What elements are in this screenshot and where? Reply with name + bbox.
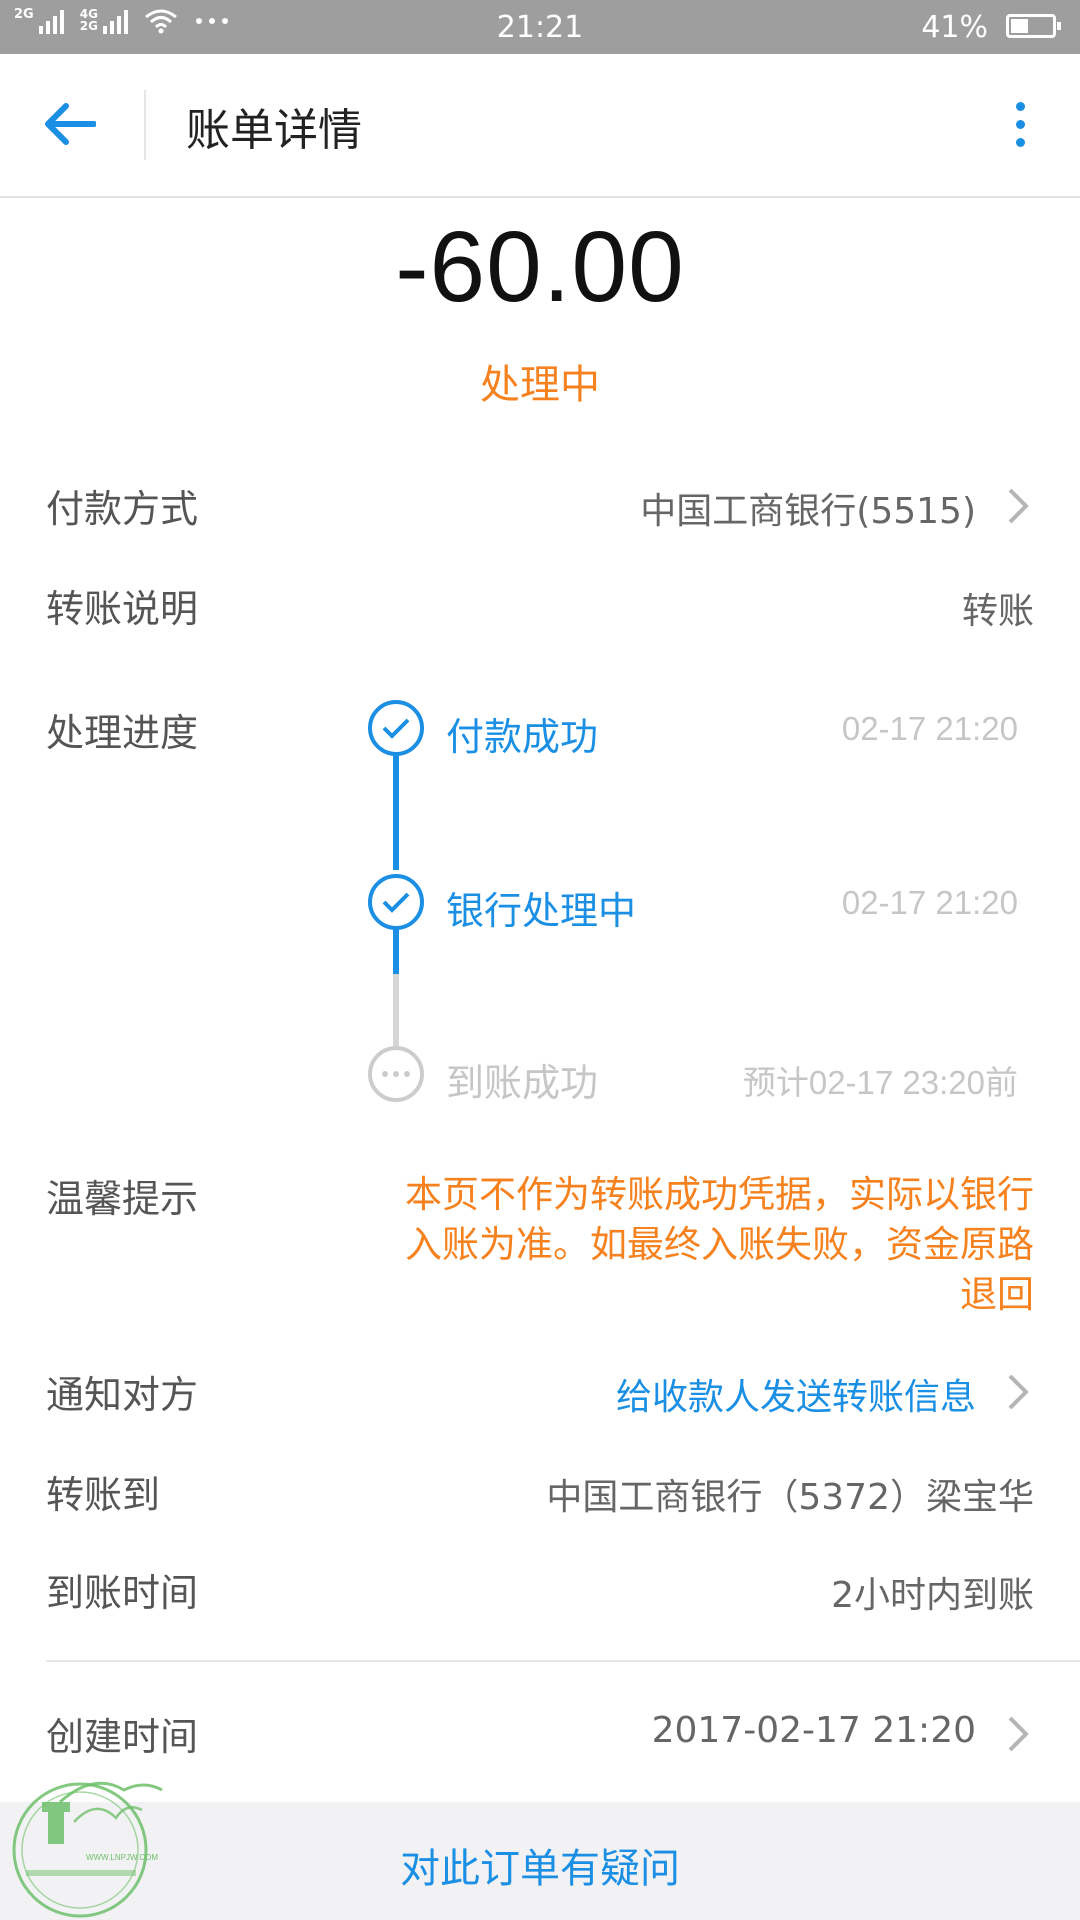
transfer-note-row: 转账说明 转账 <box>46 578 1034 638</box>
tip-line: 本页不作为转账成功凭据，实际以银行 <box>405 1173 1034 1216</box>
progress-timeline: 付款成功 02-17 21:20 银行处理中 02-17 21:20 到账成功 … <box>360 690 1040 1110</box>
timeline-line-done-1 <box>393 744 399 870</box>
header-divider <box>144 90 146 160</box>
battery-percent: 41% <box>921 10 988 45</box>
notify-row[interactable]: 通知对方 给收款人发送转账信息 <box>46 1364 1034 1424</box>
progress-label: 处理进度 <box>46 711 199 755</box>
arrival-time-value: 2小时内到账 <box>831 1575 1034 1616</box>
transfer-note-value: 转账 <box>961 591 1034 632</box>
check-circle-icon <box>368 874 424 930</box>
pending-dots-icon <box>368 1046 424 1102</box>
step-label: 付款成功 <box>446 715 599 759</box>
chevron-right-icon <box>1008 1716 1029 1752</box>
transfer-note-label: 转账说明 <box>46 587 199 631</box>
transfer-to-row: 转账到 中国工商银行（5372）梁宝华 <box>46 1464 1034 1524</box>
tip-label: 温馨提示 <box>46 1177 199 1221</box>
more-options-button[interactable] <box>1000 94 1040 154</box>
clock: 21:21 <box>496 10 584 45</box>
amount: -60.00 <box>395 211 685 323</box>
battery-icon <box>1006 14 1061 38</box>
transfer-to-label: 转账到 <box>46 1473 161 1517</box>
created-time-value: 2017-02-17 21:20 <box>651 1710 976 1751</box>
status-bar: 2G 4G 2G 21:21 41% <box>0 0 1080 54</box>
progress-step: 付款成功 02-17 21:20 <box>360 700 1040 760</box>
arrow-left-icon <box>45 103 96 145</box>
step-time: 02-17 21:20 <box>841 710 1018 747</box>
payment-method-row[interactable]: 付款方式 中国工商银行(5515) <box>46 478 1034 538</box>
check-circle-icon <box>368 700 424 756</box>
app-header: 账单详情 <box>0 54 1080 198</box>
back-button[interactable] <box>40 94 100 154</box>
tip-line: 退回 <box>960 1273 1034 1316</box>
step-label: 银行处理中 <box>446 889 637 933</box>
notify-link[interactable]: 给收款人发送转账信息 <box>616 1368 976 1420</box>
transfer-to-value: 中国工商银行（5372）梁宝华 <box>546 1477 1034 1518</box>
watermark-url: WWW.LNPJW.COM <box>86 1853 158 1862</box>
chevron-right-icon <box>1008 488 1029 524</box>
payment-method-value: 中国工商银行(5515) <box>640 491 976 532</box>
arrival-time-row: 到账时间 2小时内到账 <box>46 1562 1034 1622</box>
created-time-row[interactable]: 创建时间 2017-02-17 21:20 <box>46 1706 1034 1766</box>
divider <box>46 1660 1080 1662</box>
transaction-status: 处理中 <box>480 362 600 408</box>
timeline-line-pending <box>393 974 399 1046</box>
payment-method-label: 付款方式 <box>46 487 199 531</box>
step-time: 02-17 21:20 <box>841 884 1018 921</box>
progress-step: 到账成功 预计02-17 23:20前 <box>360 1046 1040 1106</box>
step-label: 到账成功 <box>446 1061 599 1105</box>
progress-step: 银行处理中 02-17 21:20 <box>360 874 1040 934</box>
step-time: 预计02-17 23:20前 <box>742 1064 1018 1101</box>
tip-text: 本页不作为转账成功凭据，实际以银行 入账为准。如最终入账失败，资金原路 退回 <box>294 1170 1034 1320</box>
notify-label: 通知对方 <box>46 1373 199 1417</box>
tip-line: 入账为准。如最终入账失败，资金原路 <box>405 1223 1034 1266</box>
watermark-logo: WWW.LNPJW.COM <box>12 1781 163 1918</box>
created-time-label: 创建时间 <box>46 1715 199 1759</box>
page-title: 账单详情 <box>186 105 362 156</box>
more-vertical-icon <box>1015 101 1025 111</box>
chevron-right-icon <box>1008 1374 1029 1410</box>
arrival-time-label: 到账时间 <box>46 1571 199 1615</box>
